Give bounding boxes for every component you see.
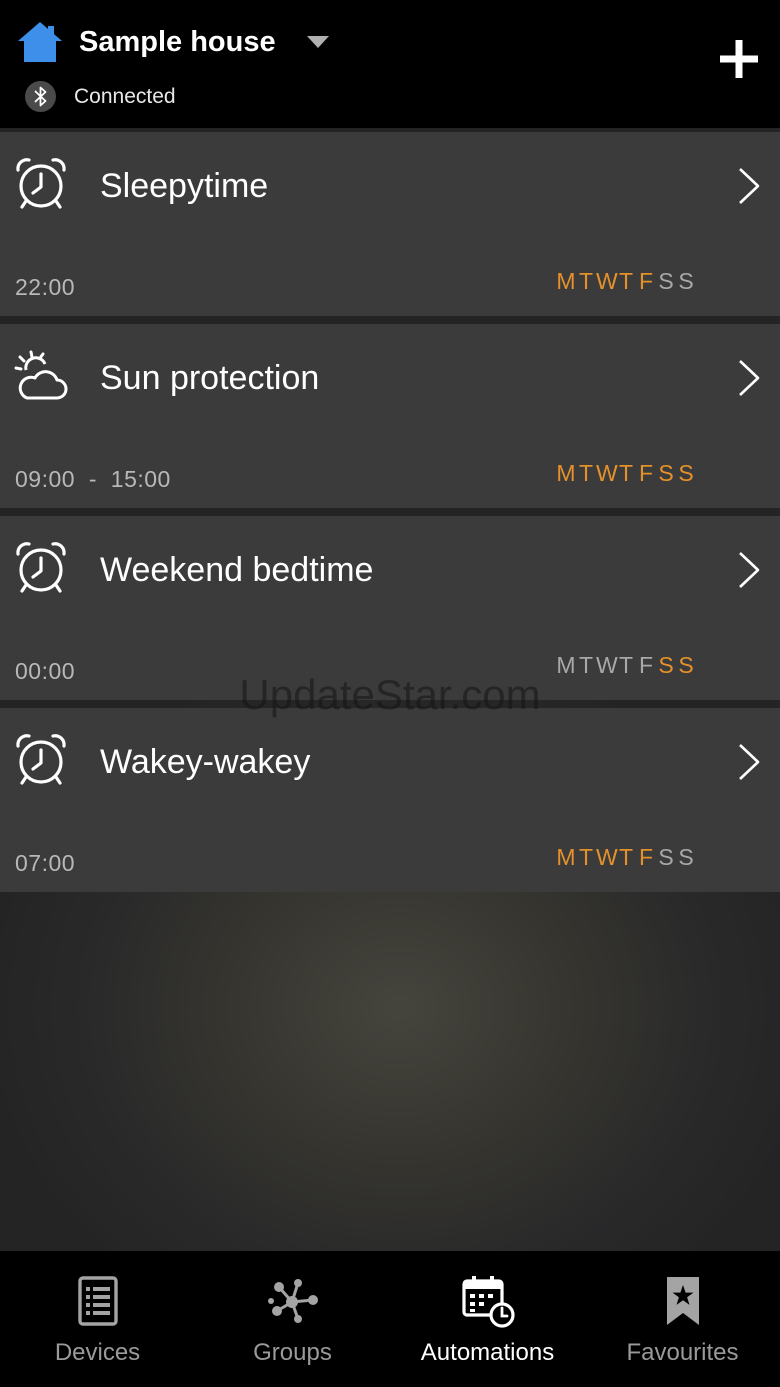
chevron-right-icon bbox=[739, 168, 760, 204]
tab-label: Groups bbox=[253, 1339, 332, 1366]
bookmark-star-icon bbox=[666, 1277, 699, 1325]
automation-card-sun-protection[interactable]: Sun protection 09:00 - 15:00 M T W T F S… bbox=[0, 324, 780, 508]
bottom-tab-bar: Devices Groups Automations Favourites bbox=[0, 1251, 780, 1387]
connection-status: Connected bbox=[74, 85, 176, 108]
weekday-tuesday: T bbox=[578, 652, 594, 678]
weekday-schedule: M T W T F S S bbox=[556, 266, 696, 296]
weekday-monday: M bbox=[556, 460, 576, 486]
app-header: Sample house Connected bbox=[0, 0, 780, 128]
automation-title: Wakey-wakey bbox=[100, 743, 311, 781]
weekday-schedule: M T W T F S S bbox=[556, 458, 696, 488]
alarm-clock-icon bbox=[16, 734, 66, 785]
weekday-thursday: T bbox=[618, 268, 634, 294]
weekday-tuesday: T bbox=[578, 460, 594, 486]
tab-devices[interactable]: Devices bbox=[0, 1251, 195, 1387]
chevron-right-icon bbox=[739, 360, 760, 396]
automation-time: 09:00 - 15:00 bbox=[15, 466, 171, 492]
automation-title: Sleepytime bbox=[100, 167, 269, 205]
tab-label: Favourites bbox=[626, 1339, 739, 1366]
automation-title: Sun protection bbox=[100, 359, 320, 397]
tab-automations[interactable]: Automations bbox=[390, 1251, 585, 1387]
alarm-clock-icon bbox=[16, 542, 66, 593]
tab-favourites[interactable]: Favourites bbox=[585, 1251, 780, 1387]
weekday-wednesday: W bbox=[596, 844, 618, 870]
add-automation-button[interactable] bbox=[712, 32, 766, 86]
weekday-thursday: T bbox=[618, 844, 634, 870]
weekday-sunday: S bbox=[678, 652, 694, 678]
weekday-friday: F bbox=[638, 268, 654, 294]
weekday-monday: M bbox=[556, 844, 576, 870]
weekday-tuesday: T bbox=[578, 844, 594, 870]
weekday-saturday: S bbox=[658, 268, 674, 294]
home-icon[interactable] bbox=[16, 18, 64, 66]
sun-cloud-icon bbox=[14, 350, 68, 400]
chevron-down-icon[interactable] bbox=[304, 28, 332, 56]
weekday-saturday: S bbox=[658, 460, 674, 486]
calendar-clock-icon bbox=[461, 1276, 515, 1328]
automation-time: 22:00 bbox=[15, 274, 76, 300]
tab-label: Automations bbox=[420, 1339, 555, 1366]
automation-title: Weekend bedtime bbox=[100, 551, 374, 589]
devices-list-icon bbox=[77, 1276, 118, 1326]
weekday-saturday: S bbox=[658, 844, 674, 870]
weekday-saturday: S bbox=[658, 652, 674, 678]
weekday-sunday: S bbox=[678, 460, 694, 486]
weekday-friday: F bbox=[638, 652, 654, 678]
groups-network-icon bbox=[267, 1279, 318, 1323]
automation-card-weekend-bedtime[interactable]: Weekend bedtime 00:00 M T W T F S S bbox=[0, 516, 780, 700]
tab-groups[interactable]: Groups bbox=[195, 1251, 390, 1387]
weekday-monday: M bbox=[556, 652, 576, 678]
automation-card-sleepytime[interactable]: Sleepytime 22:00 M T W T F S S bbox=[0, 132, 780, 316]
tab-label: Devices bbox=[54, 1339, 141, 1366]
weekday-wednesday: W bbox=[596, 460, 618, 486]
weekday-sunday: S bbox=[678, 268, 694, 294]
weekday-monday: M bbox=[556, 268, 576, 294]
weekday-friday: F bbox=[638, 460, 654, 486]
weekday-thursday: T bbox=[618, 460, 634, 486]
automation-list: Sleepytime 22:00 M T W T F S S Sun prote… bbox=[0, 128, 780, 1251]
weekday-friday: F bbox=[638, 844, 654, 870]
weekday-tuesday: T bbox=[578, 268, 594, 294]
weekday-sunday: S bbox=[678, 844, 694, 870]
weekday-wednesday: W bbox=[596, 652, 618, 678]
weekday-wednesday: W bbox=[596, 268, 618, 294]
house-name[interactable]: Sample house bbox=[79, 22, 276, 62]
chevron-right-icon bbox=[739, 552, 760, 588]
bluetooth-icon bbox=[25, 81, 56, 112]
automation-card-wakey-wakey[interactable]: Wakey-wakey 07:00 M T W T F S S bbox=[0, 708, 780, 892]
alarm-clock-icon bbox=[16, 158, 66, 209]
weekday-schedule: M T W T F S S bbox=[556, 842, 696, 872]
weekday-schedule: M T W T F S S bbox=[556, 650, 696, 680]
automation-time: 00:00 bbox=[15, 658, 76, 684]
automation-time: 07:00 bbox=[15, 850, 76, 876]
chevron-right-icon bbox=[739, 744, 760, 780]
weekday-thursday: T bbox=[618, 652, 634, 678]
